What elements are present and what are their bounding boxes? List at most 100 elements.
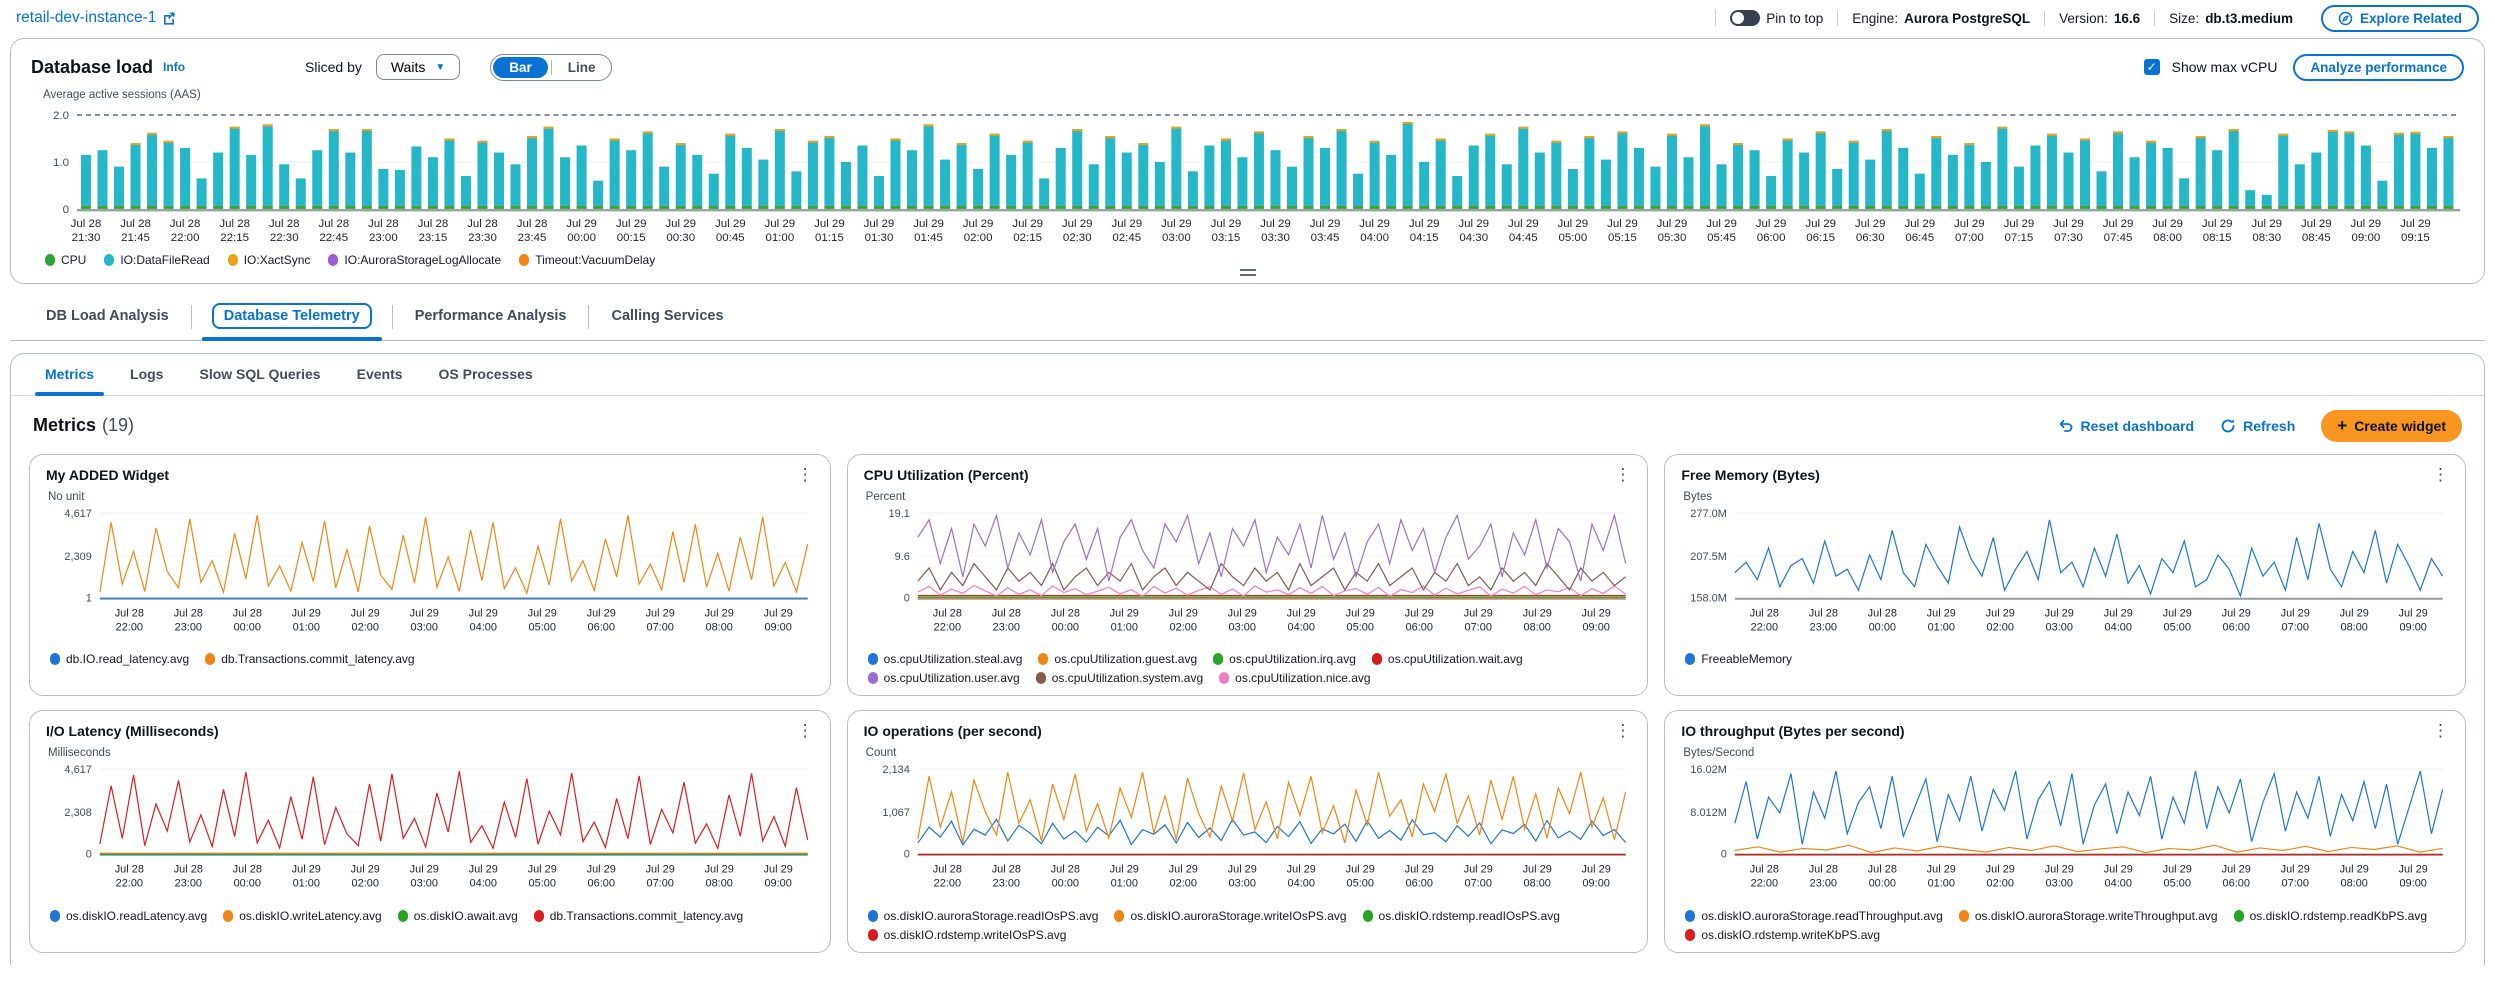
svg-text:2,308: 2,308	[64, 807, 91, 819]
legend-item[interactable]: CPU	[45, 253, 86, 267]
widget-chart[interactable]: 4,6172,3091Jul 2822:00Jul 2823:00Jul 280…	[46, 503, 814, 651]
engine-value: Aurora PostgreSQL	[1904, 11, 2030, 26]
database-load-chart[interactable]: 2.01.00Jul 2821:30Jul 2821:45Jul 2822:00…	[31, 103, 2464, 253]
subtab-slow-sql-queries[interactable]: Slow SQL Queries	[181, 354, 338, 395]
legend-color-chip	[868, 672, 878, 684]
explore-related-button[interactable]: Explore Related	[2321, 5, 2479, 32]
subtab-os-processes[interactable]: OS Processes	[421, 354, 551, 395]
legend-item[interactable]: os.cpuUtilization.guest.avg	[1038, 652, 1197, 666]
widget-chart[interactable]: 4,6172,3080Jul 2822:00Jul 2823:00Jul 280…	[46, 759, 814, 907]
show-max-vcpu-checkbox[interactable]: ✓	[2144, 59, 2160, 75]
widget-legend: os.diskIO.auroraStorage.readIOsPS.avg os.…	[868, 909, 1632, 942]
series-os.cpuUtilization.system.avg	[918, 563, 1626, 589]
svg-text:Jul 29: Jul 29	[2351, 218, 2382, 230]
legend-label: Timeout:VacuumDelay	[535, 253, 655, 267]
legend-item[interactable]: os.diskIO.auroraStorage.writeThroughput.…	[1959, 909, 2218, 923]
legend-item[interactable]: os.diskIO.rdstemp.readKbPS.avg	[2234, 909, 2427, 923]
legend-color-chip	[45, 254, 55, 266]
legend-item[interactable]: db.Transactions.commit_latency.avg	[534, 909, 743, 923]
svg-text:Jul 29: Jul 29	[1286, 864, 1315, 876]
svg-text:Jul 29: Jul 29	[646, 864, 675, 876]
svg-text:06:45: 06:45	[1905, 232, 1934, 244]
subtab-events[interactable]: Events	[339, 354, 421, 395]
legend-label: os.cpuUtilization.system.avg	[1052, 671, 1203, 685]
svg-text:03:30: 03:30	[1261, 232, 1290, 244]
widget-menu-button[interactable]: ⋮	[2424, 719, 2457, 743]
refresh-button[interactable]: Refresh	[2220, 418, 2295, 434]
legend-item[interactable]: os.diskIO.rdstemp.readIOsPS.avg	[1363, 909, 1560, 923]
tab-calling-services[interactable]: Calling Services	[589, 296, 745, 338]
svg-text:01:00: 01:00	[1928, 878, 1955, 890]
analyze-performance-button[interactable]: Analyze performance	[2293, 54, 2464, 81]
legend-item[interactable]: IO:DataFileRead	[104, 253, 209, 267]
svg-text:Jul 28: Jul 28	[318, 218, 349, 230]
svg-text:Jul 29: Jul 29	[1111, 218, 1142, 230]
svg-text:Jul 29: Jul 29	[1522, 864, 1551, 876]
svg-text:Jul 29: Jul 29	[1706, 218, 1737, 230]
info-link[interactable]: Info	[163, 60, 185, 74]
legend-item[interactable]: os.diskIO.await.avg	[398, 909, 518, 923]
tab-performance-analysis[interactable]: Performance Analysis	[393, 296, 589, 338]
create-widget-button[interactable]: + Create widget	[2321, 410, 2462, 442]
legend-item[interactable]: os.diskIO.readLatency.avg	[50, 909, 207, 923]
legend-item[interactable]: IO:XactSync	[228, 253, 311, 267]
widget-menu-button[interactable]: ⋮	[1606, 463, 1639, 487]
svg-text:02:00: 02:00	[964, 232, 993, 244]
widget-chart[interactable]: 19.19.60Jul 2822:00Jul 2823:00Jul 2800:0…	[864, 503, 1632, 651]
legend-color-chip	[228, 254, 238, 266]
svg-text:Jul 29: Jul 29	[1409, 218, 1440, 230]
pin-to-top-toggle[interactable]	[1730, 10, 1760, 26]
svg-text:00:00: 00:00	[1869, 621, 1896, 633]
subtab-metrics[interactable]: Metrics	[27, 354, 112, 395]
legend-color-chip	[1038, 653, 1048, 665]
legend-color-chip	[1363, 910, 1373, 922]
svg-text:03:00: 03:00	[1228, 878, 1255, 890]
svg-text:0: 0	[1721, 849, 1727, 861]
widget-chart[interactable]: 277.0M207.5M158.0MJul 2822:00Jul 2823:00…	[1681, 503, 2449, 651]
sliced-by-dropdown[interactable]: Waits ▼	[376, 54, 460, 80]
svg-text:07:00: 07:00	[2282, 878, 2309, 890]
legend-item[interactable]: IO:AuroraStorageLogAllocate	[328, 253, 501, 267]
subtab-logs[interactable]: Logs	[112, 354, 181, 395]
bar-toggle-option[interactable]: Bar	[493, 57, 548, 78]
legend-item[interactable]: db.Transactions.commit_latency.avg	[205, 652, 414, 666]
legend-item[interactable]: FreeableMemory	[1685, 652, 1792, 666]
legend-item[interactable]: os.cpuUtilization.nice.avg	[1219, 671, 1370, 685]
create-widget-label: Create widget	[2354, 418, 2446, 434]
widget-legend: os.diskIO.readLatency.avg os.diskIO.write…	[50, 909, 814, 923]
widget-chart[interactable]: 16.02M8.012M0Jul 2822:00Jul 2823:00Jul 2…	[1681, 759, 2449, 907]
svg-text:03:00: 03:00	[411, 621, 438, 633]
svg-text:02:00: 02:00	[352, 878, 379, 890]
widget-menu-button[interactable]: ⋮	[1606, 719, 1639, 743]
svg-text:04:00: 04:00	[470, 878, 497, 890]
legend-item[interactable]: os.cpuUtilization.system.avg	[1036, 671, 1203, 685]
tab-database-telemetry[interactable]: Database Telemetry	[192, 294, 392, 340]
widget-menu-button[interactable]: ⋮	[2424, 463, 2457, 487]
legend-item[interactable]: os.cpuUtilization.user.avg	[868, 671, 1020, 685]
legend-item[interactable]: os.diskIO.auroraStorage.readIOsPS.avg	[868, 909, 1099, 923]
legend-item[interactable]: os.diskIO.writeLatency.avg	[223, 909, 382, 923]
widget-menu-button[interactable]: ⋮	[789, 719, 822, 743]
widget-menu-button[interactable]: ⋮	[789, 463, 822, 487]
svg-text:02:00: 02:00	[1169, 878, 1196, 890]
legend-item[interactable]: os.diskIO.auroraStorage.readThroughput.a…	[1685, 909, 1942, 923]
line-toggle-option[interactable]: Line	[555, 57, 609, 78]
legend-item[interactable]: os.diskIO.auroraStorage.writeIOsPS.avg	[1114, 909, 1346, 923]
resize-handle[interactable]	[1240, 269, 1256, 276]
instance-title-link[interactable]: retail-dev-instance-1	[16, 9, 176, 27]
svg-text:Jul 29: Jul 29	[1463, 864, 1492, 876]
legend-item[interactable]: os.cpuUtilization.irq.avg	[1213, 652, 1356, 666]
reset-dashboard-button[interactable]: Reset dashboard	[2058, 418, 2195, 434]
svg-text:2,134: 2,134	[882, 764, 909, 776]
svg-text:Jul 28: Jul 28	[1868, 864, 1897, 876]
widget-chart[interactable]: 2,1341,0670Jul 2822:00Jul 2823:00Jul 280…	[864, 759, 1632, 907]
legend-item[interactable]: db.IO.read_latency.avg	[50, 652, 189, 666]
tab-db-load-analysis[interactable]: DB Load Analysis	[24, 296, 191, 338]
legend-item[interactable]: os.diskIO.rdstemp.writeKbPS.avg	[1685, 928, 1880, 942]
legend-item[interactable]: os.diskIO.rdstemp.writeIOsPS.avg	[868, 928, 1067, 942]
svg-text:05:00: 05:00	[529, 621, 556, 633]
legend-item[interactable]: os.cpuUtilization.steal.avg	[868, 652, 1023, 666]
svg-text:05:45: 05:45	[1707, 232, 1736, 244]
legend-item[interactable]: os.cpuUtilization.wait.avg	[1372, 652, 1523, 666]
legend-item[interactable]: Timeout:VacuumDelay	[519, 253, 655, 267]
